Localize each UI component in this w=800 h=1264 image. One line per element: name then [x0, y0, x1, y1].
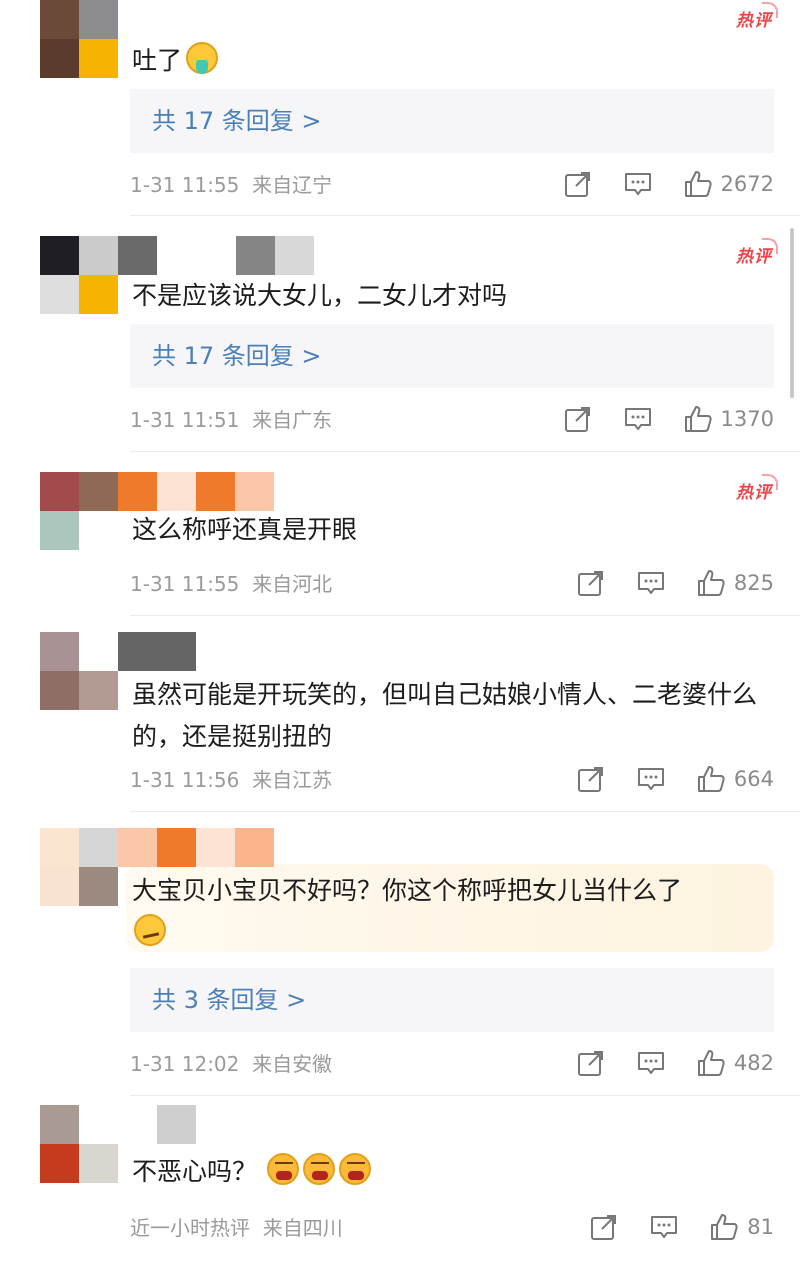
avatar[interactable]	[40, 0, 118, 78]
comment-location: 来自四川	[262, 1216, 343, 1240]
like-icon[interactable]	[696, 764, 726, 794]
comment-body: 不恶心吗？	[132, 1157, 258, 1186]
view-replies-button[interactable]: 共 3 条回复 >	[130, 968, 774, 1032]
like-icon[interactable]	[683, 169, 713, 199]
angry-emoji-icon	[339, 1153, 372, 1185]
username-masked[interactable]	[157, 1105, 197, 1144]
comment-location: 来自广东	[252, 408, 333, 432]
comment-meta: 近一小时热评 来自四川	[130, 1214, 343, 1242]
comment-item: 虽然可能是开玩笑的，但叫自己姑娘小情人、二老婆什么的，还是挺别扭的 1-31 1…	[0, 632, 800, 812]
comment-meta: 1-31 11:51 来自广东	[130, 406, 332, 434]
share-icon[interactable]	[589, 1212, 619, 1242]
comment-text: 大宝贝小宝贝不好吗？你这个称呼把女儿当什么了	[132, 870, 770, 954]
comment-actions: 825	[546, 568, 774, 598]
comment-actions: 2672	[533, 169, 774, 199]
comment-text: 不恶心吗？	[132, 1151, 770, 1193]
comment-item: 热评 吐了 共 17 条回复 > 1-31 11:55 来自辽宁 2672	[0, 0, 800, 216]
comment-meta: 1-31 11:56 来自江苏	[130, 766, 332, 794]
like-count: 482	[733, 1051, 774, 1075]
comment-item: 大宝贝小宝贝不好吗？你这个称呼把女儿当什么了 共 3 条回复 > 1-31 12…	[0, 828, 800, 1096]
share-icon[interactable]	[576, 1048, 606, 1078]
like-count: 825	[733, 571, 774, 595]
comment-meta: 1-31 11:55 来自辽宁	[130, 171, 332, 199]
comment-text: 虽然可能是开玩笑的，但叫自己姑娘小情人、二老婆什么的，还是挺别扭的	[132, 680, 758, 751]
like-count: 81	[747, 1215, 774, 1239]
hot-comment-badge: 热评	[736, 474, 778, 503]
comment-location: 来自河北	[252, 572, 333, 596]
comment-time: 1-31 11:55	[130, 173, 240, 197]
comment-body: 吐了	[132, 46, 183, 75]
comment-icon[interactable]	[636, 1048, 666, 1078]
comment-icon[interactable]	[636, 764, 666, 794]
comment-icon[interactable]	[623, 404, 653, 434]
avatar[interactable]	[40, 632, 118, 710]
comment-meta: 1-31 12:02 来自安徽	[130, 1050, 332, 1078]
avatar[interactable]	[40, 236, 118, 314]
divider	[130, 811, 800, 812]
avatar[interactable]	[40, 828, 118, 906]
comment-actions: 664	[546, 764, 774, 794]
like-icon[interactable]	[683, 404, 713, 434]
avatar[interactable]	[40, 472, 118, 550]
angry-emoji-icon	[267, 1153, 300, 1185]
like-icon[interactable]	[709, 1212, 739, 1242]
divider	[130, 1095, 800, 1096]
share-icon[interactable]	[576, 764, 606, 794]
comment-item: 热评 这么称呼还真是开眼 1-31 11:55 来自河北 825	[0, 472, 800, 616]
share-icon[interactable]	[563, 404, 593, 434]
comment-time: 1-31 12:02	[130, 1052, 240, 1076]
username-masked[interactable]	[118, 472, 278, 511]
like-count: 2672	[720, 172, 774, 196]
smirk-emoji-icon	[134, 914, 166, 946]
share-icon[interactable]	[563, 169, 593, 199]
comment-text: 吐了	[132, 40, 770, 82]
comment-item: 不恶心吗？ 近一小时热评 来自四川 81	[0, 1105, 800, 1264]
comment-icon[interactable]	[649, 1212, 679, 1242]
username-masked[interactable]	[118, 236, 318, 275]
vomit-emoji-icon	[186, 42, 219, 74]
like-count: 664	[733, 767, 774, 791]
comment-time: 近一小时热评	[130, 1216, 250, 1240]
comment-icon[interactable]	[623, 169, 653, 199]
like-icon[interactable]	[696, 1048, 726, 1078]
like-icon[interactable]	[696, 568, 726, 598]
comment-time: 1-31 11:51	[130, 408, 240, 432]
comment-meta: 1-31 11:55 来自河北	[130, 570, 332, 598]
username-masked[interactable]	[118, 828, 278, 867]
comment-location: 来自江苏	[252, 768, 333, 792]
hot-comment-badge: 热评	[736, 2, 778, 31]
like-count: 1370	[720, 407, 774, 431]
comment-time: 1-31 11:55	[130, 572, 240, 596]
comment-text: 这么称呼还真是开眼	[132, 515, 358, 544]
view-replies-button[interactable]: 共 17 条回复 >	[130, 89, 774, 153]
username-masked[interactable]	[118, 632, 198, 671]
comment-item: 热评 不是应该说大女儿，二女儿才对吗 共 17 条回复 > 1-31 11:51…	[0, 236, 800, 452]
share-icon[interactable]	[576, 568, 606, 598]
comment-text: 不是应该说大女儿，二女儿才对吗	[132, 281, 508, 310]
divider	[130, 615, 800, 616]
comment-body: 大宝贝小宝贝不好吗？你这个称呼把女儿当什么了	[132, 876, 683, 905]
avatar[interactable]	[40, 1105, 118, 1183]
comment-time: 1-31 11:56	[130, 768, 240, 792]
comment-actions: 1370	[533, 404, 774, 434]
hot-comment-badge: 热评	[736, 238, 778, 267]
comment-icon[interactable]	[636, 568, 666, 598]
comment-actions: 81	[559, 1212, 774, 1242]
angry-emoji-icon	[303, 1153, 336, 1185]
comment-actions: 482	[546, 1048, 774, 1078]
comment-location: 来自辽宁	[252, 173, 333, 197]
view-replies-button[interactable]: 共 17 条回复 >	[130, 324, 774, 388]
divider	[130, 451, 800, 452]
divider	[130, 215, 800, 216]
comment-location: 来自安徽	[252, 1052, 333, 1076]
